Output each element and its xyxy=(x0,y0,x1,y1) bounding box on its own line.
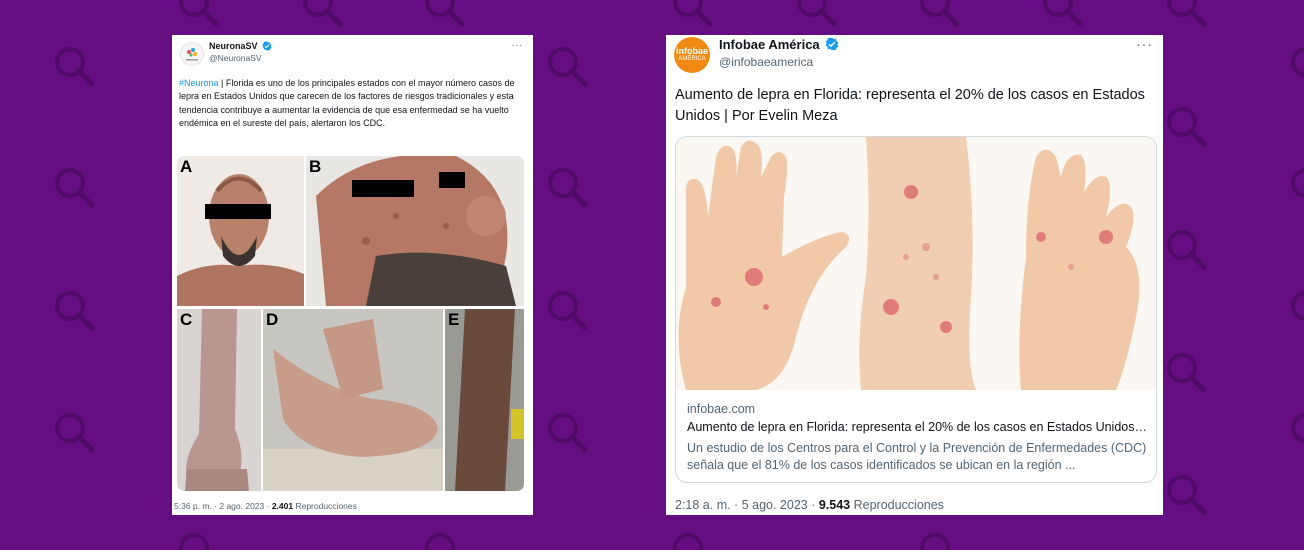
arm-image xyxy=(445,309,524,491)
link-description: Un estudio de los Centros para el Contro… xyxy=(687,441,1147,472)
hashtag-link[interactable]: #Neurona xyxy=(179,78,219,88)
display-name-text[interactable]: Infobae América xyxy=(719,37,820,52)
censor-bar xyxy=(205,204,271,219)
photo-label: E xyxy=(448,310,460,329)
photo-a[interactable]: A xyxy=(177,156,304,306)
views-label: Reproducciones xyxy=(850,498,944,512)
photo-grid[interactable]: A B C D E xyxy=(177,156,524,491)
avatar[interactable] xyxy=(180,42,204,66)
photo-c[interactable]: C xyxy=(177,309,261,491)
photo-b[interactable]: B xyxy=(306,156,524,306)
avatar-logo-subtext: AMÉRICA xyxy=(678,56,706,62)
photo-label: C xyxy=(180,310,193,329)
views-label: Reproducciones xyxy=(293,501,357,511)
views-count: 9.543 xyxy=(818,498,851,512)
face-side-image xyxy=(306,156,524,306)
verified-badge-icon xyxy=(262,41,272,51)
avatar-logo-text: infobae xyxy=(675,46,708,56)
tweet-body: | Florida es uno de los principales esta… xyxy=(179,78,515,129)
photo-e[interactable]: E xyxy=(445,309,524,491)
photo-label: D xyxy=(266,310,279,329)
display-name[interactable]: Infobae América xyxy=(719,37,839,52)
timestamp[interactable]: 2:18 a. m. · 5 ago. 2023 · xyxy=(675,498,819,512)
censor-bar xyxy=(352,180,414,197)
link-preview-card[interactable]: infobae.com Aumento de lepra en Florida:… xyxy=(675,136,1157,483)
photo-label: A xyxy=(180,157,193,176)
tweet-text: #Neurona | Florida es uno de los princip… xyxy=(179,77,524,131)
tweet-card-neuronasv[interactable]: NeuronaSV @NeuronaSV ··· #Neurona | Flor… xyxy=(172,35,533,515)
leg-image xyxy=(177,309,261,491)
timestamp[interactable]: 5:36 p. m. · 2 ago. 2023 · xyxy=(174,501,272,511)
avatar[interactable]: infobae AMÉRICA xyxy=(674,37,710,73)
more-options-icon[interactable]: ··· xyxy=(1136,36,1153,52)
handle[interactable]: @infobaeamerica xyxy=(719,55,813,69)
display-name[interactable]: NeuronaSV xyxy=(209,41,272,51)
leprosy-illustration xyxy=(676,137,1156,390)
foot-image xyxy=(263,309,443,491)
handle[interactable]: @NeuronaSV xyxy=(209,53,262,63)
link-domain[interactable]: infobae.com xyxy=(687,402,755,416)
censor-bar xyxy=(439,172,465,188)
tweet-card-infobae[interactable]: infobae AMÉRICA Infobae América @infobae… xyxy=(666,35,1163,515)
link-title[interactable]: Aumento de lepra en Florida: representa … xyxy=(687,420,1147,434)
tweet-text: Aumento de lepra en Florida: representa … xyxy=(675,87,1145,124)
neurona-logo-icon xyxy=(186,48,198,61)
more-options-icon[interactable]: ··· xyxy=(512,40,524,51)
verified-badge-icon xyxy=(825,37,839,51)
link-preview-image[interactable] xyxy=(676,137,1156,390)
photo-label: B xyxy=(309,157,322,176)
tweet-meta: 5:36 p. m. · 2 ago. 2023 · 2.401 Reprodu… xyxy=(174,501,357,511)
photo-d[interactable]: D xyxy=(263,309,443,491)
tweet-meta: 2:18 a. m. · 5 ago. 2023 · 9.543 Reprodu… xyxy=(675,498,944,512)
views-count: 2.401 xyxy=(271,501,294,511)
display-name-text[interactable]: NeuronaSV xyxy=(209,41,258,51)
face-front-image xyxy=(177,156,304,306)
